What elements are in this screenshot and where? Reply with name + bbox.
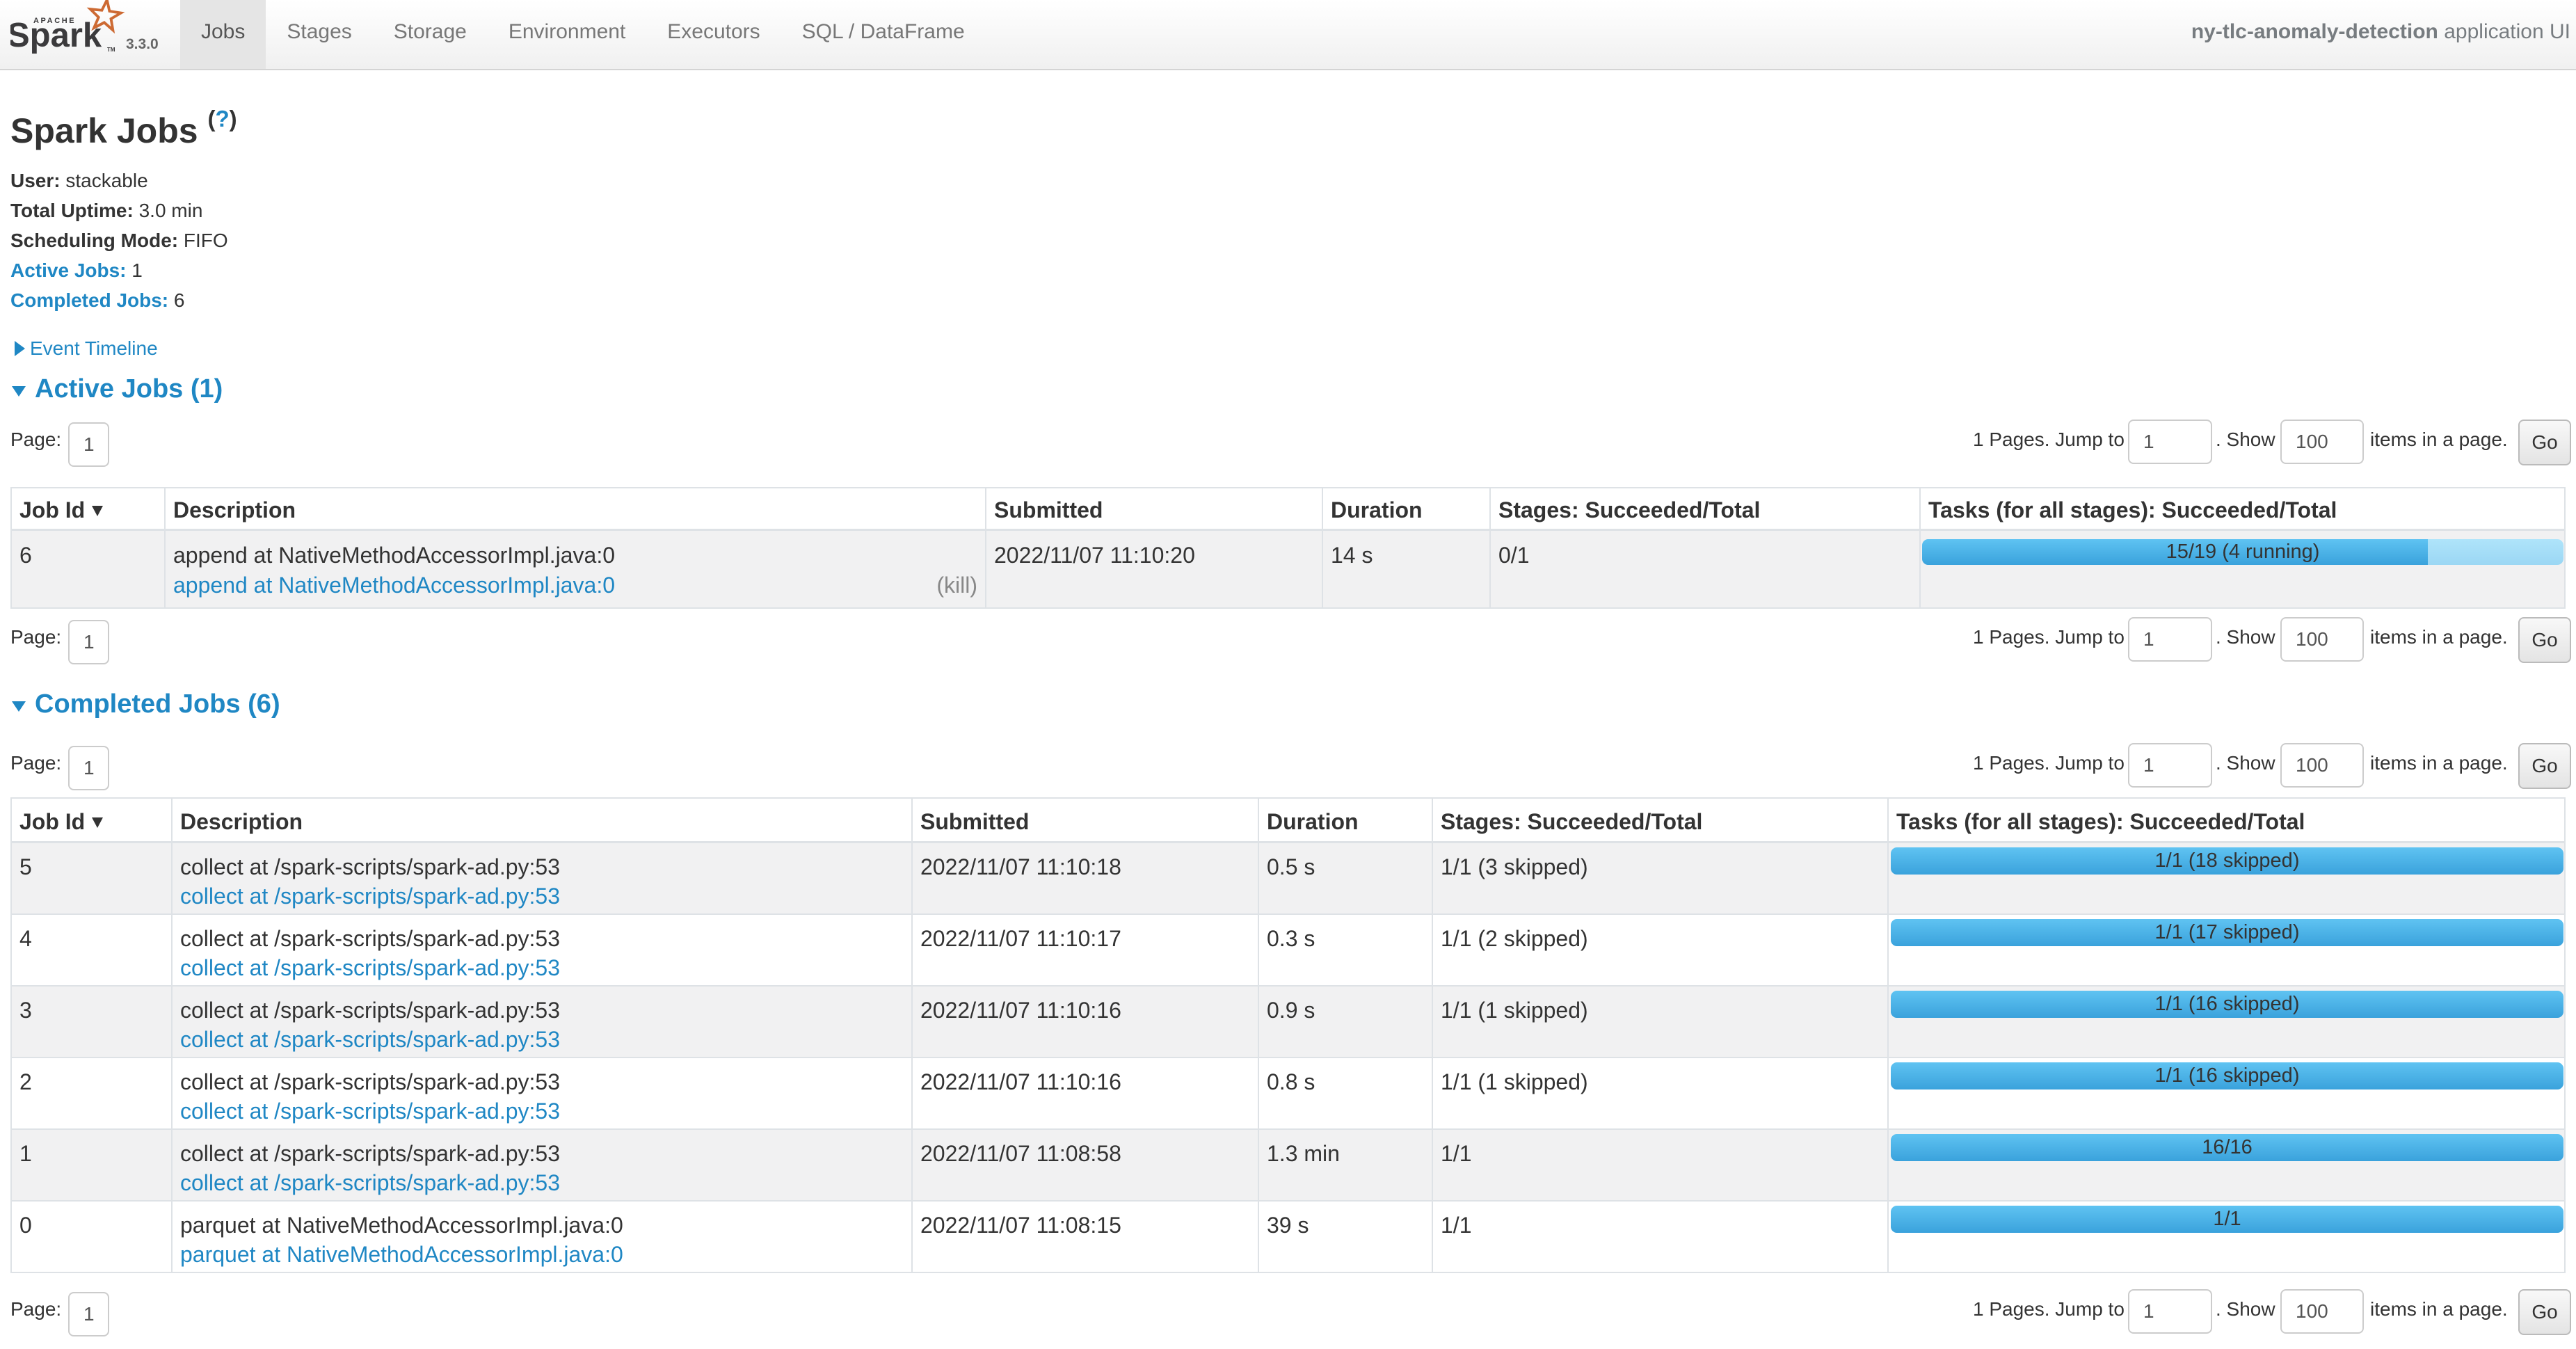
svg-text:3.3.0: 3.3.0 xyxy=(126,36,159,52)
svg-text:TM: TM xyxy=(107,47,115,53)
svg-text:Spark: Spark xyxy=(10,17,102,54)
